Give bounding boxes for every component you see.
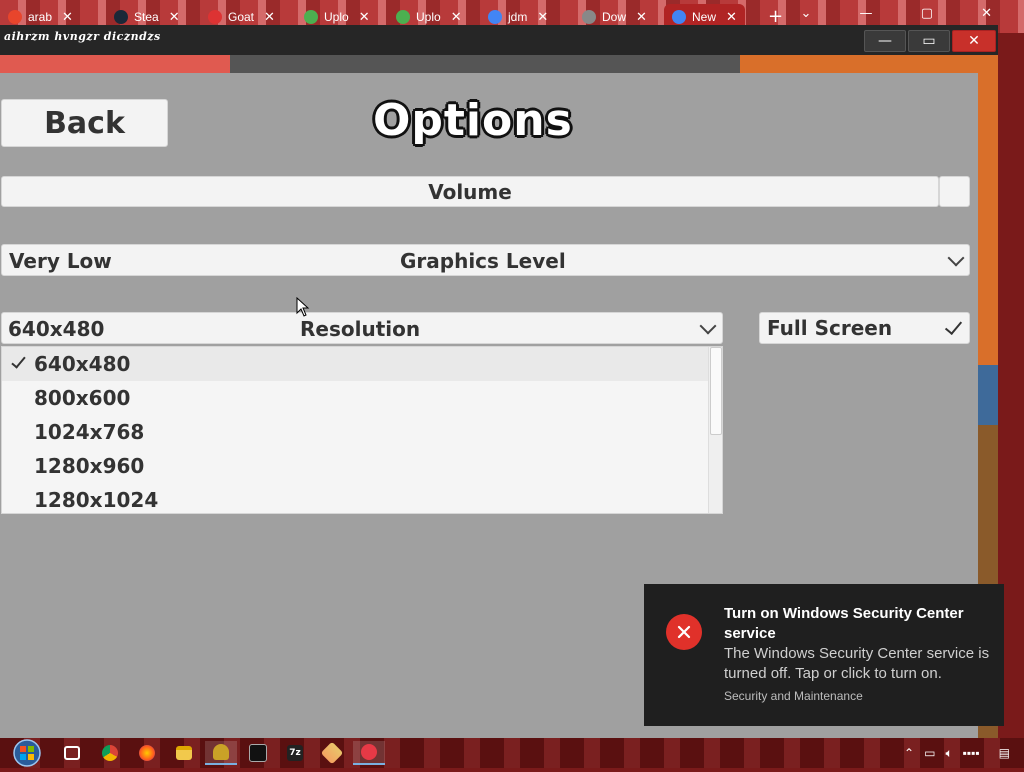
- volume-slider[interactable]: Volume: [1, 176, 939, 207]
- resolution-option-label: 1280x1024: [34, 488, 159, 512]
- steam-icon: [114, 10, 128, 24]
- maximize-button[interactable]: ▭: [908, 30, 950, 52]
- tab-label: Uplo: [324, 10, 349, 24]
- checkmark-icon: [944, 316, 963, 336]
- tray-icons[interactable]: ▪▪▪▪: [963, 746, 980, 760]
- taskbar: 7z ⌃ ▭ 🔈︎ ▪▪▪▪ ▤: [0, 738, 1024, 768]
- game-app-icon[interactable]: [205, 741, 237, 765]
- notification-title: Turn on Windows Security Center service: [724, 605, 964, 642]
- close-icon[interactable]: ✕: [62, 9, 73, 25]
- close-icon[interactable]: ✕: [537, 9, 548, 25]
- fullscreen-label: Full Screen: [767, 316, 893, 340]
- graphics-level-label: Graphics Level: [400, 249, 566, 273]
- resolution-option-label: 640x480: [34, 352, 131, 376]
- system-tray: ⌃ ▭ 🔈︎ ▪▪▪▪ ▤: [899, 738, 1024, 768]
- window-titlebar[interactable]: aihrzm hvngzr diczndzs — ▭ ✕: [0, 25, 998, 55]
- tab-label: jdm: [508, 10, 528, 24]
- error-icon: [666, 614, 702, 650]
- close-icon[interactable]: ✕: [451, 9, 462, 25]
- cmd-icon[interactable]: [242, 741, 274, 765]
- volume-icon[interactable]: 🔈︎: [945, 746, 952, 761]
- window-title: aihrzm hvngzr diczndzs: [4, 30, 161, 43]
- resolution-option[interactable]: 800x600: [2, 381, 708, 415]
- new-tab-icon[interactable]: +: [768, 6, 783, 27]
- close-icon: ✕: [968, 33, 980, 49]
- chevron-down-icon: [699, 317, 717, 335]
- background-decor: [978, 365, 998, 425]
- lock-icon: [208, 10, 222, 24]
- resolution-dropdown[interactable]: 640x480 Resolution: [1, 312, 723, 344]
- background-stripe: [0, 55, 230, 73]
- google-icon: [488, 10, 502, 24]
- tab-label: Goat: [228, 10, 255, 24]
- tab-label: Uplo: [416, 10, 441, 24]
- fullscreen-toggle[interactable]: Full Screen: [759, 312, 970, 344]
- chrome-icon: [672, 10, 686, 24]
- close-icon[interactable]: ✕: [726, 9, 737, 25]
- close-icon[interactable]: ✕: [169, 9, 180, 25]
- volume-label: Volume: [428, 179, 512, 204]
- resolution-option[interactable]: 640x480: [2, 347, 708, 381]
- graphics-level-dropdown[interactable]: Very Low Graphics Level: [1, 244, 970, 276]
- resolution-option-label: 1024x768: [34, 420, 145, 444]
- file-explorer-icon[interactable]: [168, 741, 200, 765]
- volume-slider-handle[interactable]: [939, 176, 970, 207]
- network-icon[interactable]: ▭: [924, 746, 935, 760]
- resolution-label: Resolution: [300, 317, 421, 341]
- back-button[interactable]: Back: [1, 99, 168, 147]
- tab-label: Dow: [602, 10, 627, 24]
- resolution-option[interactable]: 1024x768: [2, 415, 708, 449]
- resolution-option-label: 800x600: [34, 386, 131, 410]
- 7zip-icon[interactable]: 7z: [279, 741, 311, 765]
- maximize-icon: ▭: [922, 33, 936, 49]
- resolution-option-label: 1280x960: [34, 454, 145, 478]
- task-view-icon[interactable]: [56, 741, 88, 765]
- close-icon[interactable]: ✕: [636, 9, 647, 25]
- tab-label: New: [692, 10, 717, 24]
- firefox-icon[interactable]: [131, 741, 163, 765]
- resolution-option[interactable]: 1280x960: [2, 449, 708, 483]
- notification-body: The Windows Security Center service is t…: [724, 645, 990, 682]
- tab-label: arab: [28, 10, 53, 24]
- tab-label: Stea: [134, 10, 159, 24]
- download-icon: [582, 10, 596, 24]
- app-icon[interactable]: [316, 741, 348, 765]
- checkmark-icon: [11, 353, 26, 369]
- minimize-icon: —: [878, 33, 892, 49]
- notification-center-icon[interactable]: ▤: [999, 746, 1010, 760]
- browser-window-controls[interactable]: ⌄ — ▢ ✕: [801, 6, 1014, 21]
- background-stripe: [230, 55, 740, 73]
- chevron-up-icon[interactable]: ⌃: [904, 746, 914, 760]
- security-notification[interactable]: Turn on Windows Security Center service …: [644, 584, 1004, 726]
- reddit-icon: [8, 10, 22, 24]
- scrollbar-thumb[interactable]: [710, 347, 722, 435]
- chevron-down-icon: [947, 249, 965, 267]
- start-button[interactable]: [10, 738, 44, 768]
- resolution-options-list: 640x480 800x600 1024x768 1280x960 1280x1…: [1, 346, 723, 514]
- resolution-option[interactable]: 1280x1024: [2, 483, 708, 513]
- close-icon[interactable]: ✕: [264, 9, 275, 25]
- resolution-value: 640x480: [8, 317, 105, 341]
- chrome-icon[interactable]: [94, 741, 126, 765]
- minimize-button[interactable]: —: [864, 30, 906, 52]
- upload-icon: [396, 10, 410, 24]
- close-button[interactable]: ✕: [952, 30, 996, 52]
- graphics-level-value: Very Low: [9, 249, 112, 273]
- upload-icon: [304, 10, 318, 24]
- page-title: Options: [373, 95, 573, 146]
- notification-source: Security and Maintenance: [724, 689, 863, 703]
- close-icon[interactable]: ✕: [359, 9, 370, 25]
- app-icon[interactable]: [353, 741, 385, 765]
- scrollbar[interactable]: [708, 347, 722, 513]
